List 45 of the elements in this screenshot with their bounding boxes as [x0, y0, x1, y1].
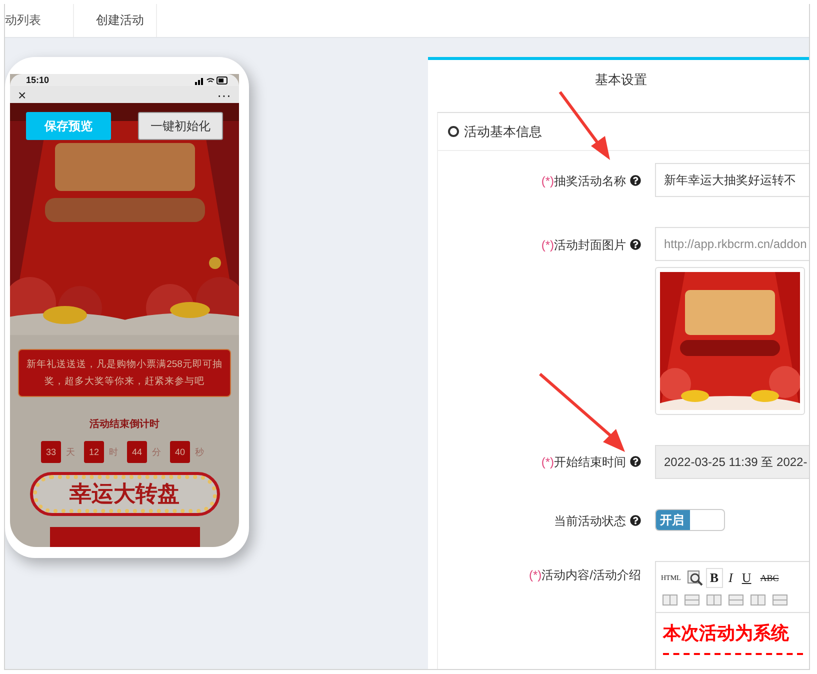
- reset-button[interactable]: 一键初始化: [138, 112, 223, 140]
- toolbar-button[interactable]: ABC: [757, 572, 782, 584]
- status-icons: [195, 76, 229, 85]
- field-label: (*)开始结束时间: [541, 454, 626, 471]
- table-tool-icon[interactable]: [662, 593, 678, 607]
- field-label: (*)活动内容/活动介绍: [528, 567, 641, 584]
- toggle-switch[interactable]: 开启: [655, 509, 725, 531]
- countdown-number: 33: [41, 441, 61, 463]
- more-button[interactable]: ···: [217, 86, 231, 103]
- close-button[interactable]: ×: [18, 86, 26, 103]
- field-label: 当前活动状态: [554, 513, 626, 530]
- text-field[interactable]: 新年幸运大抽奖好运转不: [655, 163, 809, 197]
- help-icon[interactable]: [630, 456, 641, 467]
- url-field[interactable]: http://app.rkbcrm.cn/addon: [655, 227, 809, 261]
- countdown-number: 44: [127, 441, 147, 463]
- tab[interactable]: 动列表: [5, 4, 53, 37]
- field-label: (*)活动封面图片: [541, 237, 626, 254]
- table-tool-icon[interactable]: [750, 593, 766, 607]
- editor-text: 本次活动为系统: [662, 622, 790, 645]
- wheel-sign: 幸运大转盘: [32, 475, 216, 513]
- help-icon[interactable]: [630, 175, 641, 186]
- countdown-title: 活动结束倒计时: [88, 418, 160, 431]
- section-title: 活动基本信息: [464, 122, 542, 140]
- countdown-unit: 分: [152, 446, 161, 458]
- countdown-unit: 时: [109, 446, 118, 458]
- countdown-number: 12: [84, 441, 104, 463]
- countdown-unit: 秒: [195, 446, 204, 458]
- tab[interactable]: 创建活动: [73, 4, 157, 37]
- arrow-drawing: [557, 90, 613, 162]
- field-label: (*)抽奖活动名称: [541, 173, 626, 190]
- panel-title: 基本设置: [594, 71, 648, 89]
- clock: 15:10: [26, 75, 50, 86]
- notice-text: 新年礼送送送，凡是购物小票满258元即可抽奖，超多大奖等你来，赶紧来参与吧: [18, 349, 231, 397]
- countdown-number: 40: [170, 441, 190, 463]
- table-tool-icon[interactable]: [684, 593, 700, 607]
- help-icon[interactable]: [630, 515, 641, 526]
- table-tool-icon[interactable]: [706, 593, 722, 607]
- help-icon[interactable]: [630, 239, 641, 250]
- toolbar-button[interactable]: B: [706, 568, 723, 588]
- table-tool-icon[interactable]: [728, 593, 744, 607]
- preview-icon[interactable]: [686, 570, 703, 586]
- countdown-unit: 天: [66, 446, 75, 458]
- circle-icon: [448, 126, 459, 137]
- date-range-field[interactable]: 2022-03-25 11:39 至 2022-: [655, 445, 809, 479]
- table-tool-icon[interactable]: [772, 593, 788, 607]
